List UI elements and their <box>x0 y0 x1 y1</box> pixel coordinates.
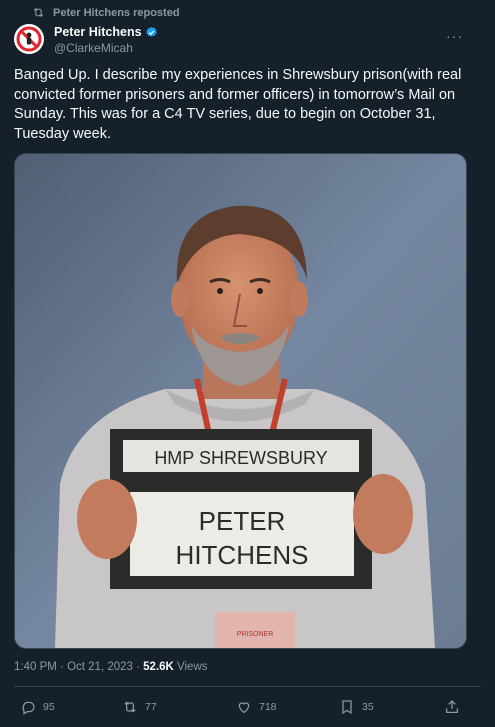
author-name[interactable]: Peter Hitchens <box>54 25 142 39</box>
like-button[interactable]: 718 <box>236 699 277 715</box>
bookmark-icon <box>342 700 352 715</box>
views-label: Views <box>173 661 208 673</box>
repost-button[interactable]: 77 <box>122 699 157 715</box>
avatar[interactable] <box>14 24 44 54</box>
verified-badge-icon <box>145 26 157 37</box>
tweet-metadata: 1:40 PM · Oct 21, 2023 · 52.6K Views <box>14 661 208 673</box>
like-count: 718 <box>259 701 277 713</box>
divider <box>14 686 481 687</box>
sign-name-line2: HITCHENS <box>176 540 309 570</box>
repost-label: Peter Hitchens reposted <box>53 6 180 19</box>
tweet-text: Banged Up. I describe my experiences in … <box>14 67 462 142</box>
reply-icon <box>22 701 35 715</box>
share-icon <box>446 700 458 713</box>
bookmark-count: 35 <box>362 701 374 713</box>
lanyard-badge-text: PRISONER <box>237 631 274 638</box>
repost-icon <box>33 7 44 18</box>
mugshot-photo: HMP SHREWSBURY PETER HITCHENS PRISONER <box>15 154 466 648</box>
repost-indicator[interactable]: Peter Hitchens reposted <box>32 6 180 19</box>
author-handle[interactable]: @ClarkeMicah <box>54 41 158 55</box>
tweet-time[interactable]: 1:40 PM <box>14 661 57 673</box>
repost-icon <box>124 701 136 713</box>
share-button[interactable] <box>444 699 460 715</box>
no-entry-logo <box>15 25 43 53</box>
sign-name-line1: PETER <box>199 506 286 536</box>
repost-count: 77 <box>145 701 157 713</box>
author-block: Peter Hitchens @ClarkeMicah <box>54 25 158 55</box>
bookmark-button[interactable]: 35 <box>339 699 374 715</box>
sign-top-text: HMP SHREWSBURY <box>154 448 327 468</box>
views-count: 52.6K <box>143 661 174 673</box>
more-options-icon[interactable]: ··· <box>446 28 463 44</box>
tweet-photo[interactable]: HMP SHREWSBURY PETER HITCHENS PRISONER <box>14 153 467 649</box>
action-bar: 95 77 718 35 <box>14 699 464 719</box>
heart-icon <box>238 702 250 714</box>
reply-button[interactable]: 95 <box>20 699 55 715</box>
meta-separator: · <box>132 661 144 673</box>
reply-count: 95 <box>43 701 55 713</box>
tweet-date[interactable]: Oct 21, 2023 <box>67 661 133 673</box>
meta-separator: · <box>56 661 68 673</box>
